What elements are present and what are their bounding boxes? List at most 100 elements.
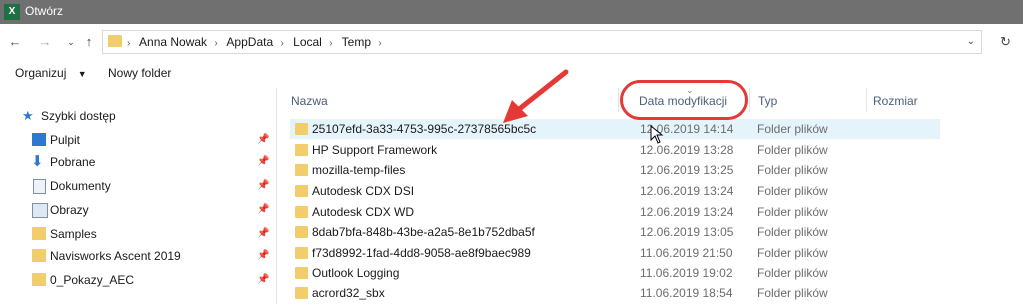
breadcrumb-item[interactable]: Local	[293, 35, 322, 49]
pin-icon[interactable]: 📌	[257, 200, 269, 220]
file-row[interactable]: HP Support Framework 12.06.2019 13:28 Fo…	[290, 140, 940, 160]
file-date: 12.06.2019 13:25	[640, 163, 734, 177]
chevron-right-icon[interactable]: ›	[280, 38, 283, 49]
tree-item-label: Samples	[50, 227, 97, 241]
tree-item-label: 0_Pokazy_AEC	[50, 273, 135, 287]
recent-locations-icon[interactable]: ⌄	[62, 32, 80, 52]
file-type: Folder plików	[757, 184, 828, 198]
folder-icon	[295, 164, 308, 176]
file-date: 11.06.2019 21:50	[640, 246, 733, 260]
tree-item-label: Szybki dostęp	[41, 109, 116, 123]
breadcrumb: › Anna Nowak › AppData › Local › Temp ›	[127, 31, 388, 53]
file-type: Folder plików	[757, 205, 828, 219]
file-date: 12.06.2019 13:05	[640, 225, 734, 239]
file-type: Folder plików	[757, 266, 828, 280]
tree-item-pictures[interactable]: Obrazy 📌	[0, 200, 276, 220]
download-icon: ⬇	[31, 153, 44, 170]
folder-icon	[295, 226, 308, 238]
file-type: Folder plików	[757, 286, 828, 300]
breadcrumb-item[interactable]: AppData	[226, 35, 273, 49]
address-bar[interactable]: › Anna Nowak › AppData › Local › Temp › …	[102, 30, 982, 54]
file-date: 11.06.2019 19:02	[640, 266, 733, 280]
chevron-down-icon: ▼	[77, 69, 87, 79]
folder-icon	[295, 185, 308, 197]
column-header-name[interactable]: Nazwa	[291, 88, 328, 115]
folder-icon	[295, 267, 308, 279]
star-icon: ★	[22, 108, 34, 123]
file-name: Autodesk CDX DSI	[312, 184, 415, 198]
file-name: mozilla-temp-files	[312, 163, 406, 177]
file-name: 25107efd-3a33-4753-995c-27378565bc5c	[312, 122, 537, 136]
tree-item-desktop[interactable]: Pulpit 📌	[0, 130, 276, 150]
file-row[interactable]: 8dab7bfa-848b-43be-a2a5-8e1b752dba5f 12.…	[290, 222, 940, 242]
organize-label: Organizuj	[15, 66, 67, 80]
file-row[interactable]: Outlook Logging 11.06.2019 19:02 Folder …	[290, 263, 940, 283]
file-row[interactable]: Autodesk CDX WD 12.06.2019 13:24 Folder …	[290, 202, 940, 222]
tree-item-documents[interactable]: Dokumenty 📌	[0, 176, 276, 196]
chevron-right-icon[interactable]: ›	[214, 38, 217, 49]
folder-icon	[32, 249, 46, 262]
column-divider[interactable]	[749, 88, 750, 112]
folder-icon	[32, 227, 46, 240]
pin-icon[interactable]: 📌	[257, 224, 269, 244]
file-list[interactable]: Nazwa Data modyfikacji ⌄ Typ Rozmiar 251…	[277, 85, 1023, 304]
title-bar: X Otwórz	[0, 0, 1023, 24]
refresh-icon[interactable]: ↻	[1000, 34, 1011, 50]
window-title: Otwórz	[25, 4, 64, 18]
folder-icon	[295, 206, 308, 218]
folder-icon	[295, 123, 308, 135]
organize-button[interactable]: Organizuj ▼	[15, 66, 87, 80]
up-icon[interactable]: ↑	[80, 32, 98, 52]
folder-icon	[295, 247, 308, 259]
tree-item-navisworks[interactable]: Navisworks Ascent 2019 📌	[0, 246, 276, 266]
tree-item-samples[interactable]: Samples 📌	[0, 224, 276, 244]
folder-icon	[32, 273, 46, 286]
pin-icon[interactable]: 📌	[257, 246, 269, 266]
tree-item-label: Navisworks Ascent 2019	[50, 249, 181, 263]
folder-icon	[108, 35, 122, 47]
column-divider[interactable]	[618, 88, 619, 112]
file-row[interactable]: f73d8992-1fad-4dd8-9058-ae8f9baec989 11.…	[290, 243, 940, 263]
tree-item-downloads[interactable]: ⬇ Pobrane 📌	[0, 152, 276, 172]
file-row[interactable]: Autodesk CDX DSI 12.06.2019 13:24 Folder…	[290, 181, 940, 201]
file-type: Folder plików	[757, 225, 828, 239]
pin-icon[interactable]: 📌	[257, 152, 269, 172]
column-header-size[interactable]: Rozmiar	[873, 88, 918, 115]
forward-icon[interactable]: →	[36, 32, 54, 52]
file-date: 12.06.2019 14:14	[640, 122, 734, 136]
folder-icon	[295, 144, 308, 156]
file-row[interactable]: 25107efd-3a33-4753-995c-27378565bc5c 12.…	[290, 119, 940, 139]
column-header-type[interactable]: Typ	[758, 88, 777, 115]
tree-item-label: Pulpit	[50, 133, 81, 147]
tree-item-label: Pobrane	[50, 155, 96, 169]
breadcrumb-item[interactable]: Temp	[342, 35, 371, 49]
column-divider[interactable]	[866, 88, 867, 112]
annotation-ellipse	[620, 80, 748, 120]
navigation-pane[interactable]: ★ Szybki dostęp Pulpit 📌 ⬇ Pobrane 📌 Dok…	[0, 88, 277, 304]
pin-icon[interactable]: 📌	[257, 176, 269, 196]
file-type: Folder plików	[757, 246, 828, 260]
pin-icon[interactable]: 📌	[257, 270, 269, 290]
file-row[interactable]: mozilla-temp-files 12.06.2019 13:25 Fold…	[290, 160, 940, 180]
file-date: 12.06.2019 13:24	[640, 205, 734, 219]
pin-icon[interactable]: 📌	[257, 130, 269, 150]
file-name: 8dab7bfa-848b-43be-a2a5-8e1b752dba5f	[312, 225, 535, 239]
chevron-down-icon[interactable]: ⌄	[967, 31, 975, 53]
breadcrumb-item[interactable]: Anna Nowak	[139, 35, 207, 49]
file-name: acrord32_sbx	[312, 286, 385, 300]
pictures-icon	[32, 203, 48, 218]
chevron-right-icon[interactable]: ›	[378, 38, 381, 49]
folder-icon	[295, 287, 308, 299]
file-name: HP Support Framework	[312, 143, 438, 157]
file-type: Folder plików	[757, 143, 828, 157]
file-date: 11.06.2019 18:54	[640, 286, 733, 300]
new-folder-button[interactable]: Nowy folder	[108, 66, 171, 80]
document-icon	[33, 179, 46, 194]
chevron-right-icon[interactable]: ›	[127, 38, 130, 49]
tree-item-pokazy[interactable]: 0_Pokazy_AEC 📌	[0, 270, 276, 290]
back-icon[interactable]: ←	[6, 32, 24, 52]
tree-item-quick-access[interactable]: ★ Szybki dostęp	[0, 106, 276, 126]
file-date: 12.06.2019 13:24	[640, 184, 734, 198]
chevron-right-icon[interactable]: ›	[329, 38, 332, 49]
file-row[interactable]: acrord32_sbx 11.06.2019 18:54 Folder pli…	[290, 283, 940, 303]
